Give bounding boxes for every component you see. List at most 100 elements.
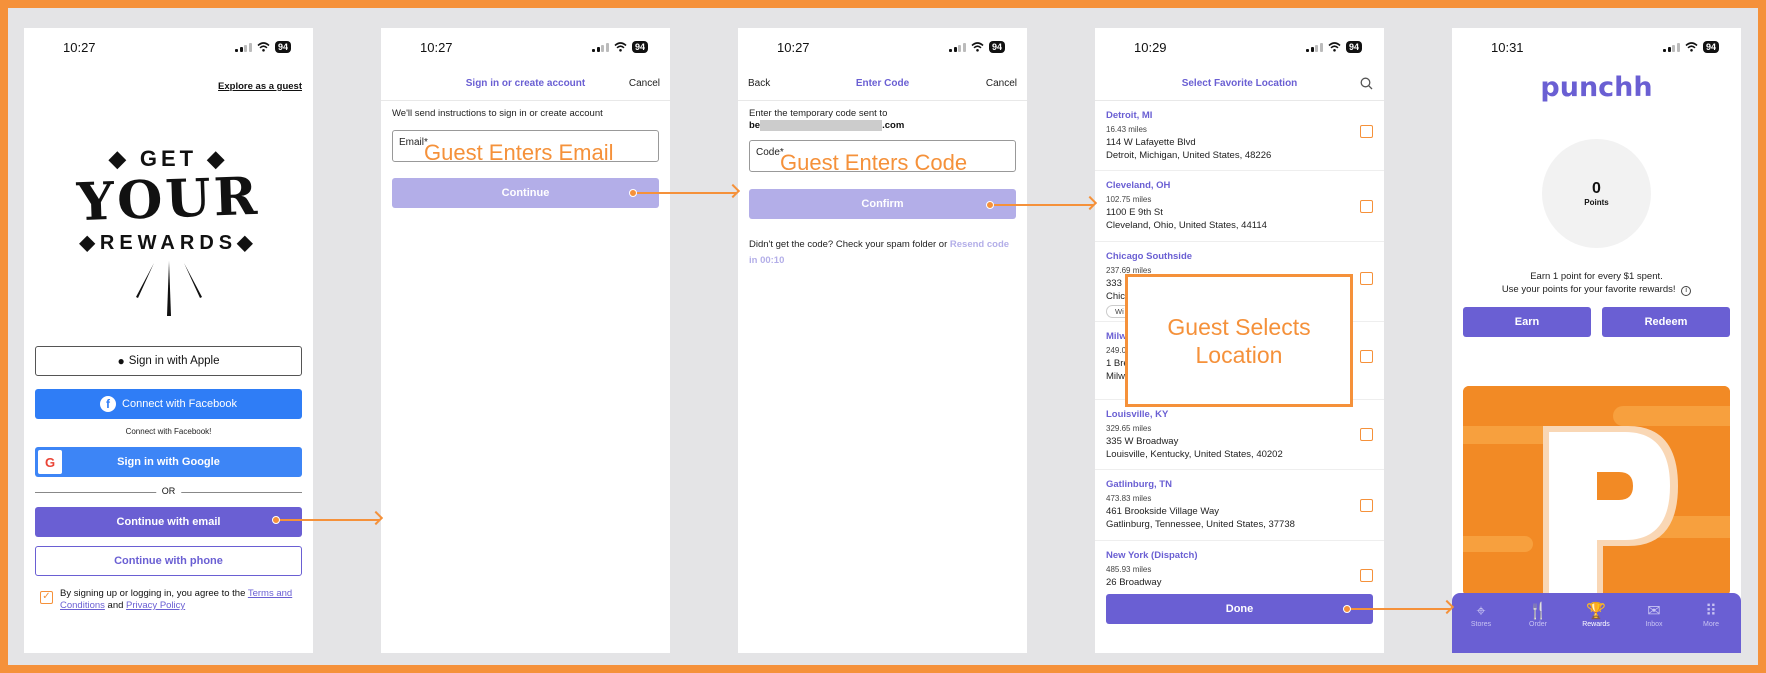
nav-divider (381, 100, 670, 101)
screen-enter-code: 10:27 94 Back Enter Code Cancel Enter th… (738, 28, 1027, 653)
instructions-text: We'll send instructions to sign in or cr… (392, 108, 603, 119)
tab-label: More (1703, 621, 1719, 628)
location-name: Chicago Southside (1106, 251, 1193, 262)
earn-text: Earn 1 point for every $1 spent. (1530, 271, 1663, 282)
utensils-icon: 🍴 (1528, 603, 1548, 620)
location-item[interactable]: Detroit, MI 16.43 miles 114 W Lafayette … (1095, 101, 1384, 171)
location-name: Louisville, KY (1106, 409, 1169, 420)
location-name: New York (Dispatch) (1106, 550, 1198, 561)
flow-arrow-done-to-rewards (1343, 599, 1455, 615)
status-bar: 10:27 94 (738, 28, 1027, 64)
resend-help: Didn't get the code? Check your spam fol… (749, 237, 1016, 269)
redeem-button[interactable]: Redeem (1602, 307, 1730, 337)
continue-button[interactable]: Continue (392, 178, 659, 208)
tab-label: Order (1529, 621, 1547, 628)
logo-text-rewards: REWARDS (99, 232, 238, 254)
tab-inbox[interactable]: ✉ Inbox (1629, 603, 1679, 628)
terms-row: ✓ By signing up or logging in, you agree… (35, 588, 302, 612)
location-checkbox[interactable] (1360, 499, 1373, 512)
status-time: 10:31 (1491, 40, 1524, 55)
nav-divider (738, 100, 1027, 101)
status-time: 10:27 (63, 40, 96, 55)
location-checkbox[interactable] (1360, 569, 1373, 582)
screen-rewards-home: 10:31 94 punchh 0 Points Earn 1 point fo… (1452, 28, 1741, 653)
status-bar: 10:29 94 (1095, 28, 1384, 64)
tab-order[interactable]: 🍴 Order (1513, 603, 1563, 628)
trophy-icon: 🏆 (1586, 603, 1606, 620)
confirm-button[interactable]: Confirm (749, 189, 1016, 219)
tab-label: Rewards (1582, 621, 1610, 628)
rewards-logo: ◆ GET ◆ YOUR ◆REWARDS◆ (64, 146, 273, 316)
or-divider: OR (35, 486, 302, 498)
location-item[interactable]: Cleveland, OH 102.75 miles 1100 E 9th St… (1095, 171, 1384, 242)
explore-guest-link[interactable]: Explore as a guest (218, 81, 302, 92)
tab-more[interactable]: ⠿ More (1686, 603, 1736, 628)
location-address: 114 W Lafayette Blvd (1106, 137, 1196, 148)
sign-in-google-button[interactable]: G Sign in with Google (35, 447, 302, 477)
location-miles: 249.0 (1106, 346, 1127, 355)
location-name: Cleveland, OH (1106, 180, 1171, 191)
tab-label: Stores (1470, 621, 1492, 628)
battery-icon: 94 (988, 41, 1005, 53)
signal-icon (1306, 42, 1323, 52)
overlay-line-2: Location (1195, 341, 1283, 368)
sign-in-apple-button[interactable]: ● Sign in with Apple (35, 346, 302, 376)
status-bar: 10:27 94 (381, 28, 670, 64)
battery-icon: 94 (1345, 41, 1362, 53)
info-icon[interactable]: i (1681, 286, 1692, 296)
location-miles: 473.83 miles (1106, 494, 1152, 503)
location-item[interactable]: Gatlinburg, TN 473.83 miles 461 Brooksid… (1095, 470, 1384, 541)
email-suffix: .com (882, 120, 905, 131)
tab-stores[interactable]: ⌖ Stores (1456, 603, 1506, 628)
search-icon[interactable] (1360, 77, 1373, 90)
location-city: Louisville, Kentucky, United States, 402… (1106, 449, 1283, 460)
earn-button[interactable]: Earn (1463, 307, 1591, 337)
wifi-icon (614, 42, 627, 52)
redacted-block (760, 120, 883, 131)
nav-title: Select Favorite Location (1181, 78, 1298, 89)
privacy-link[interactable]: Privacy Policy (126, 600, 185, 611)
tab-rewards[interactable]: 🏆 Rewards (1571, 603, 1621, 628)
overlay-line-1: Guest Selects (1167, 313, 1311, 340)
terms-and: and (107, 600, 124, 611)
location-item[interactable]: Louisville, KY 329.65 miles 335 W Broadw… (1095, 400, 1384, 470)
cancel-button[interactable]: Cancel (629, 78, 660, 89)
wifi-icon (1685, 42, 1698, 52)
mail-icon: ✉ (1647, 603, 1661, 620)
logo-text-your: YOUR (75, 165, 261, 234)
location-checkbox[interactable] (1360, 125, 1373, 138)
location-city: Gatlinburg, Tennessee, United States, 37… (1106, 519, 1295, 530)
terms-text: By signing up or logging in, you agree t… (60, 588, 246, 599)
apple-button-label: Sign in with Apple (128, 355, 220, 367)
terms-checkbox[interactable]: ✓ (40, 591, 53, 604)
use-text: Use your points for your favorite reward… (1501, 284, 1676, 295)
apple-icon: ● (117, 354, 125, 368)
brand-logo: punchh (1540, 72, 1653, 103)
continue-phone-button[interactable]: Continue with phone (35, 546, 302, 576)
done-button[interactable]: Done (1106, 594, 1373, 624)
location-checkbox[interactable] (1360, 428, 1373, 441)
connect-facebook-button[interactable]: f Connect with Facebook (35, 389, 302, 419)
promo-banner-image (1463, 386, 1730, 596)
or-label: OR (155, 486, 182, 496)
signal-icon (949, 42, 966, 52)
status-bar: 10:31 94 (1452, 28, 1741, 64)
points-label: Points (1584, 198, 1609, 207)
nav-bar: Sign in or create account Cancel (381, 74, 670, 96)
status-time: 10:27 (777, 40, 810, 55)
location-checkbox[interactable] (1360, 350, 1373, 363)
logo-rays (135, 261, 202, 316)
banner-graphic (1463, 386, 1730, 596)
signal-icon (1663, 42, 1680, 52)
location-checkbox[interactable] (1360, 272, 1373, 285)
status-bar: 10:27 94 (24, 28, 313, 64)
facebook-button-label: Connect with Facebook (122, 398, 237, 410)
cancel-button[interactable]: Cancel (986, 78, 1017, 89)
location-miles: 329.65 miles (1106, 424, 1152, 433)
continue-email-button[interactable]: Continue with email (35, 507, 302, 537)
flow-arrow-email-to-signin (272, 510, 384, 526)
bottom-tab-bar: ⌖ Stores 🍴 Order 🏆 Rewards ✉ Inbox ⠿ Mor… (1452, 593, 1741, 653)
location-checkbox[interactable] (1360, 200, 1373, 213)
status-time: 10:27 (420, 40, 453, 55)
location-miles: 16.43 miles (1106, 125, 1147, 134)
